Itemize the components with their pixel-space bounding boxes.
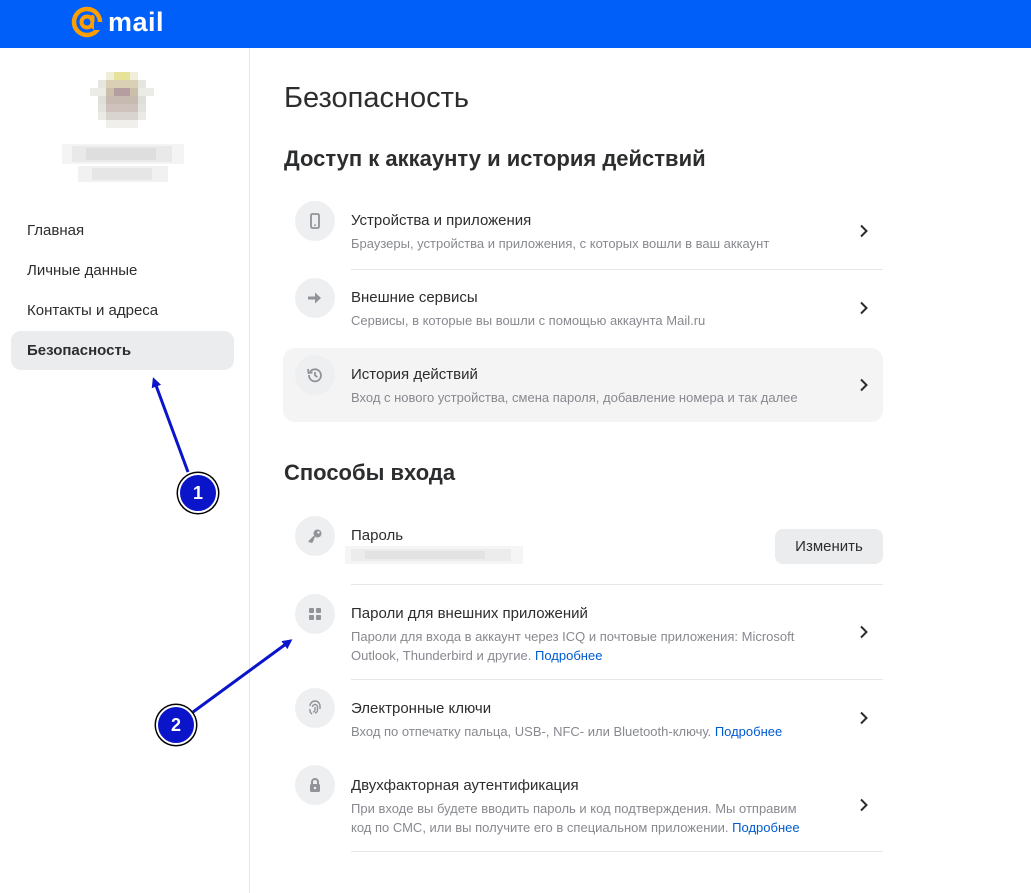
row-subtitle: Вход с нового устройства, смена пароля, … — [351, 390, 798, 405]
two-factor-auth-row[interactable]: Двухфакторная аутентификация При входе в… — [283, 758, 883, 851]
more-link[interactable]: Подробнее — [535, 648, 602, 663]
annotation-marker-2: 2 — [156, 705, 196, 745]
row-title: История действий — [351, 366, 478, 383]
arrow-right-icon — [295, 278, 335, 318]
row-title: Пароль — [351, 527, 404, 544]
chevron-right-icon — [860, 625, 868, 639]
history-icon — [295, 355, 335, 395]
divider — [351, 851, 883, 852]
chevron-right-icon — [860, 224, 868, 238]
sidebar-item-label: Личные данные — [27, 262, 138, 279]
sidebar-item-security[interactable]: Безопасность — [11, 331, 234, 370]
row-subtitle: Вход по отпечатку пальца, USB-, NFC- или… — [351, 724, 783, 739]
row-title: Двухфакторная аутентификация — [351, 777, 579, 794]
key-icon — [295, 516, 335, 556]
row-subtitle: Пароли для входа в аккаунт через ICQ и п… — [351, 629, 795, 663]
sidebar-item-label: Главная — [27, 222, 85, 239]
main-content: Безопасность Доступ к аккаунту и история… — [251, 48, 1031, 893]
external-services-row[interactable]: Внешние сервисы Сервисы, в которые вы во… — [283, 270, 883, 346]
security-keys-row[interactable]: Электронные ключи Вход по отпечатку паль… — [283, 680, 883, 756]
row-title: Устройства и приложения — [351, 212, 532, 229]
change-password-button[interactable]: Изменить — [775, 529, 883, 564]
username-blurred — [62, 144, 184, 182]
row-subtitle: Браузеры, устройства и приложения, с кот… — [351, 236, 770, 251]
top-bar: mail — [0, 0, 1031, 48]
sidebar-item-label: Безопасность — [27, 342, 132, 359]
password-blurred — [345, 546, 523, 564]
mail-logo[interactable]: mail — [70, 4, 164, 40]
sidebar-item-home[interactable]: Главная — [11, 211, 234, 250]
lock-icon — [295, 765, 335, 805]
sidebar-item-personal-data[interactable]: Личные данные — [11, 251, 234, 290]
app-passwords-row[interactable]: Пароли для внешних приложений Пароли для… — [283, 585, 883, 679]
sidebar: Главная Личные данные Контакты и адреса … — [0, 48, 250, 893]
sidebar-item-label: Контакты и адреса — [27, 302, 159, 319]
row-title: Внешние сервисы — [351, 289, 478, 306]
row-subtitle: При входе вы будете вводить пароль и код… — [351, 801, 800, 835]
row-title: Электронные ключи — [351, 700, 492, 717]
sidebar-item-contacts[interactable]: Контакты и адреса — [11, 291, 234, 330]
chevron-right-icon — [860, 378, 868, 392]
row-title: Пароли для внешних приложений — [351, 605, 588, 622]
grid-icon — [295, 594, 335, 634]
more-link[interactable]: Подробнее — [732, 820, 799, 835]
phone-icon — [295, 201, 335, 241]
annotation-marker-1: 1 — [178, 473, 218, 513]
section-title-access: Доступ к аккаунту и история действий — [284, 146, 706, 171]
devices-and-apps-row[interactable]: Устройства и приложения Браузеры, устрой… — [283, 193, 883, 269]
chevron-right-icon — [860, 711, 868, 725]
section-title-login-methods: Способы входа — [284, 460, 456, 485]
more-link[interactable]: Подробнее — [715, 724, 782, 739]
activity-history-row[interactable]: История действий Вход с нового устройств… — [283, 348, 883, 422]
chevron-right-icon — [860, 301, 868, 315]
page-title: Безопасность — [284, 82, 469, 114]
at-sign-logo-icon — [71, 6, 103, 38]
fingerprint-icon — [295, 688, 335, 728]
logo-text: mail — [108, 6, 165, 37]
avatar[interactable] — [90, 72, 154, 136]
row-subtitle: Сервисы, в которые вы вошли с помощью ак… — [351, 313, 706, 328]
chevron-right-icon — [860, 798, 868, 812]
